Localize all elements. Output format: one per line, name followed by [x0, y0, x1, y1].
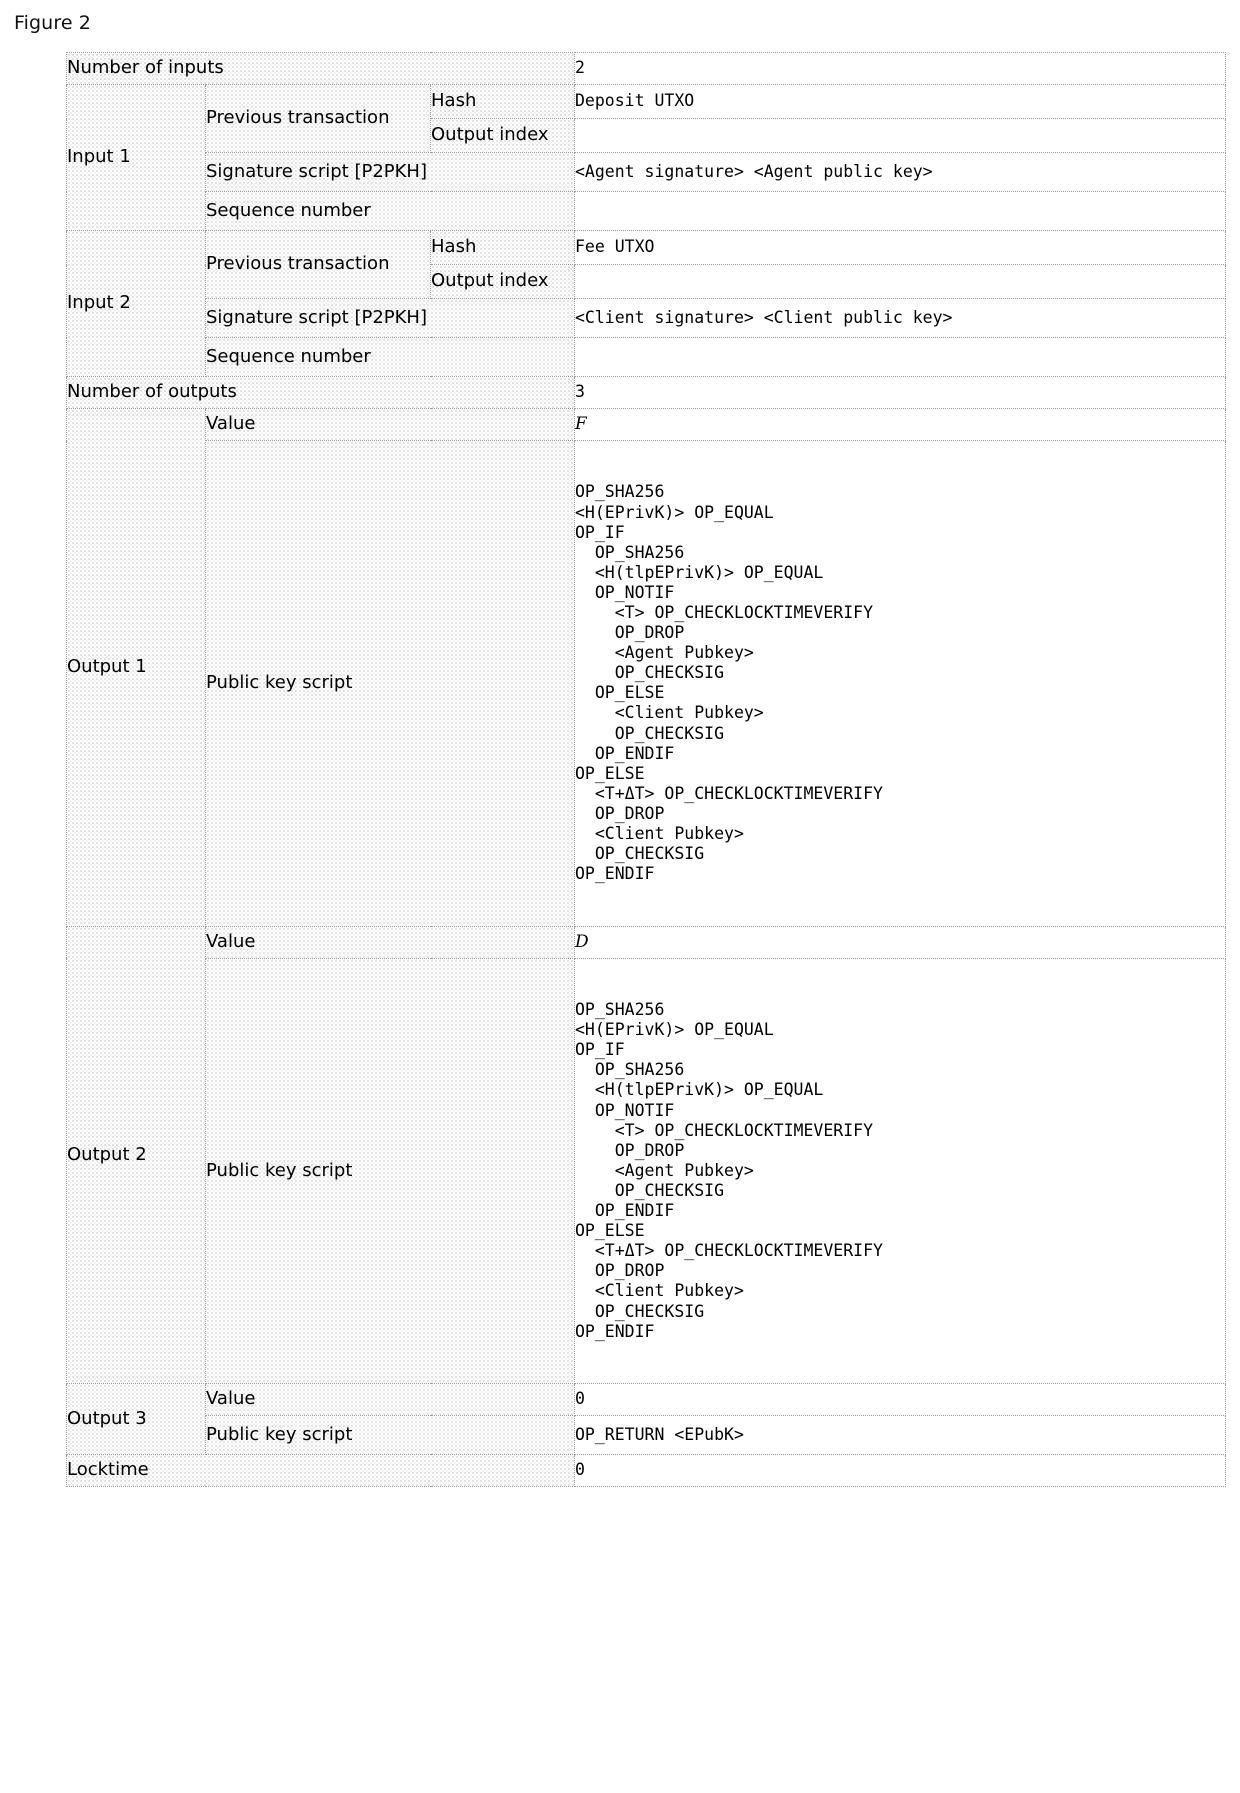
input-1-signature-script-value: <Agent signature> <Agent public key> — [574, 152, 1226, 192]
table-row-input1-sequence-number: Sequence number — [67, 191, 1226, 231]
table-row-output3-public-key-script: Public key script OP_RETURN <EPubK> — [67, 1415, 1226, 1456]
input-1-sequence-number-label: Sequence number — [205, 191, 575, 231]
input-1-output-index-value — [574, 118, 1226, 153]
input-1-output-index-label: Output index — [430, 118, 575, 153]
output-1-label: Output 1 — [66, 408, 206, 927]
output-3-value-label: Value — [205, 1383, 575, 1417]
output-2-public-key-script-label: Public key script — [205, 957, 575, 1385]
number-of-outputs-value: 3 — [574, 376, 1226, 409]
output-3-public-key-script-value: OP_RETURN <EPubK> — [574, 1415, 1226, 1456]
input-2-output-index-label: Output index — [430, 264, 575, 299]
input-2-label: Input 2 — [66, 230, 206, 377]
output-1-script-text: OP_SHA256 <H(EPrivK)> OP_EQUAL OP_IF OP_… — [575, 482, 883, 884]
output-2-value: D — [574, 925, 1226, 959]
table-row-input2-sequence-number: Sequence number — [67, 337, 1226, 377]
output-1-public-key-script-label-text: Public key script — [206, 672, 353, 694]
table-row-output1-value: Output 1 Value F — [66, 408, 1226, 927]
locktime-label: Locktime — [66, 1454, 575, 1488]
output-3-value: 0 — [574, 1383, 1226, 1417]
output-3-label: Output 3 — [66, 1383, 206, 1456]
table-row-output3-value: Output 3 Value 0 — [66, 1383, 1226, 1456]
input-2-sequence-number-value — [574, 337, 1226, 377]
output-1-value: F — [574, 408, 1226, 441]
input-1-label: Input 1 — [66, 84, 206, 231]
output-1-public-key-script-label: Public key script — [205, 440, 575, 927]
table-row-input1-signature-script: Signature script [P2PKH] <Agent signatur… — [67, 152, 1226, 192]
input-1-previous-transaction-label: Previous transaction — [205, 84, 431, 153]
input-1-sequence-number-value — [574, 191, 1226, 231]
table-row-number-of-inputs: Number of inputs 2 — [66, 52, 1226, 85]
output-2-public-key-script-value: OP_SHA256 <H(EPrivK)> OP_EQUAL OP_IF OP_… — [574, 957, 1226, 1385]
output-1-public-key-script-value: OP_SHA256 <H(EPrivK)> OP_EQUAL OP_IF OP_… — [574, 440, 1226, 927]
input-2-previous-transaction-label: Previous transaction — [205, 230, 431, 299]
number-of-inputs-label: Number of inputs — [66, 52, 575, 85]
output-2-label: Output 2 — [66, 925, 206, 1385]
input-1-hash-label: Hash — [430, 84, 575, 119]
input-2-hash-value: Fee UTXO — [574, 230, 1226, 265]
transaction-structure-table: Number of inputs 2 Input 1 Previous tran… — [66, 52, 1226, 1488]
output-3-public-key-script-label: Public key script — [205, 1415, 575, 1456]
input-2-output-index-value — [574, 264, 1226, 299]
input-1-signature-script-label: Signature script [P2PKH] — [205, 152, 575, 192]
input-2-sequence-number-label: Sequence number — [205, 337, 575, 377]
number-of-inputs-value: 2 — [574, 52, 1226, 85]
table-row-locktime: Locktime 0 — [66, 1454, 1226, 1488]
table-row-output1-public-key-script: Public key script OP_SHA256 <H(EPrivK)> … — [67, 440, 1226, 927]
table-row-input1-hash: Input 1 Previous transaction Hash Deposi… — [66, 84, 1226, 231]
table-row-output2-public-key-script: Public key script OP_SHA256 <H(EPrivK)> … — [67, 957, 1226, 1385]
output-2-script-text: OP_SHA256 <H(EPrivK)> OP_EQUAL OP_IF OP_… — [575, 1000, 883, 1341]
input-1-hash-value: Deposit UTXO — [574, 84, 1226, 119]
input-2-hash-label: Hash — [430, 230, 575, 265]
table-row-input2-hash: Input 2 Previous transaction Hash Fee UT… — [66, 230, 1226, 377]
output-1-value-label: Value — [205, 408, 575, 441]
input-2-signature-script-label: Signature script [P2PKH] — [205, 298, 575, 338]
output-2-value-label: Value — [205, 925, 575, 959]
table-row-output2-value: Output 2 Value D — [66, 925, 1226, 1385]
output-2-public-key-script-label-text: Public key script — [206, 1159, 353, 1181]
figure-caption: Figure 2 — [14, 12, 91, 34]
locktime-value: 0 — [574, 1454, 1226, 1488]
input-2-signature-script-value: <Client signature> <Client public key> — [574, 298, 1226, 338]
number-of-outputs-label: Number of outputs — [66, 376, 575, 409]
table-row-input2-signature-script: Signature script [P2PKH] <Client signatu… — [67, 298, 1226, 338]
table-row-number-of-outputs: Number of outputs 3 — [66, 376, 1226, 409]
